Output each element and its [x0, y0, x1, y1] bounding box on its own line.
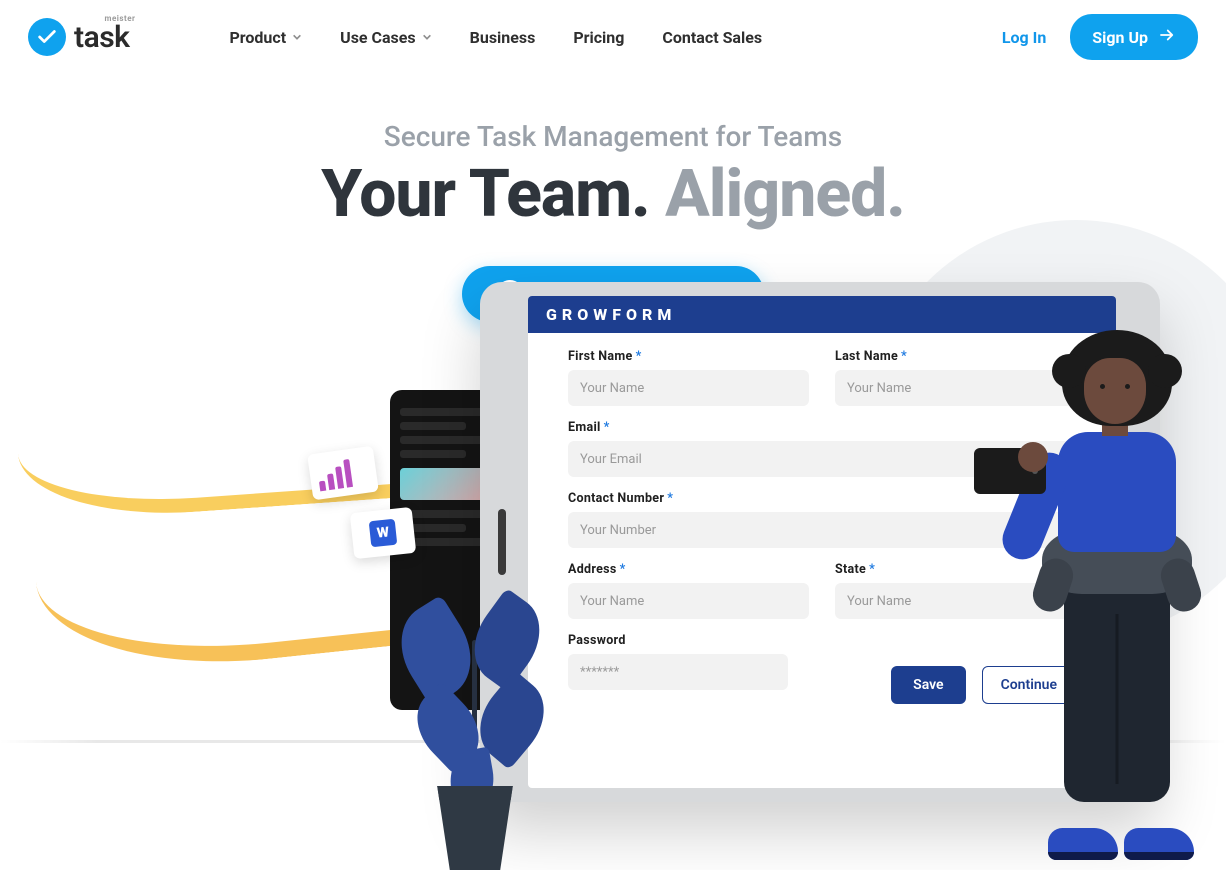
- label: State: [835, 562, 866, 577]
- logo-check-icon: [28, 18, 66, 56]
- field-password: Password: [568, 633, 788, 690]
- arrow-right-icon: [1158, 26, 1176, 48]
- required-mark: *: [620, 562, 626, 577]
- required-mark: *: [667, 491, 673, 506]
- brand-tagline: meister: [105, 14, 136, 23]
- person-illustration: [1002, 330, 1222, 860]
- hero-title-dark: Your Team.: [321, 156, 665, 233]
- hero-title-light: Aligned.: [665, 156, 905, 233]
- brand-logo[interactable]: meister task: [28, 18, 129, 56]
- nav-right: Log In Sign Up: [1002, 14, 1198, 60]
- label: Address: [568, 562, 617, 577]
- address-input[interactable]: [568, 583, 809, 619]
- label: Email: [568, 420, 601, 435]
- nav-item-contact[interactable]: Contact Sales: [662, 28, 762, 47]
- required-mark: *: [636, 349, 642, 364]
- label: First Name: [568, 349, 633, 364]
- bg-file-card: W: [350, 507, 416, 559]
- label: Last Name: [835, 349, 898, 364]
- nav-label: Business: [470, 28, 536, 47]
- chevron-down-icon: [292, 32, 302, 42]
- hero-subtitle: Secure Task Management for Teams: [0, 120, 1226, 153]
- top-nav: meister task Product Use Cases Business …: [0, 0, 1226, 60]
- chevron-down-icon: [422, 32, 432, 42]
- password-input[interactable]: [568, 654, 788, 690]
- label: Contact Number: [568, 491, 664, 506]
- logo-text: meister task: [74, 20, 129, 55]
- nav-label: Product: [229, 28, 286, 47]
- nav-links: Product Use Cases Business Pricing Conta…: [229, 28, 762, 47]
- required-mark: *: [604, 420, 610, 435]
- nav-item-product[interactable]: Product: [229, 28, 302, 47]
- nav-label: Use Cases: [340, 28, 416, 47]
- field-first-name: First Name*: [568, 349, 809, 406]
- tablet-home-bar: [498, 509, 506, 575]
- field-address: Address*: [568, 562, 809, 619]
- nav-item-usecases[interactable]: Use Cases: [340, 28, 432, 47]
- login-link[interactable]: Log In: [1002, 28, 1046, 47]
- required-mark: *: [869, 562, 875, 577]
- first-name-input[interactable]: [568, 370, 809, 406]
- hero-title: Your Team. Aligned.: [0, 159, 1226, 232]
- required-mark: *: [901, 349, 907, 364]
- form-brand-header: GROWFORM: [528, 296, 1116, 333]
- bg-chart-card: [307, 446, 379, 501]
- brand-name: task: [74, 20, 129, 55]
- nav-label: Contact Sales: [662, 28, 762, 47]
- nav-label: Pricing: [573, 28, 624, 47]
- save-button[interactable]: Save: [891, 666, 965, 704]
- nav-item-business[interactable]: Business: [470, 28, 536, 47]
- signup-button[interactable]: Sign Up: [1070, 14, 1198, 60]
- plant-illustration: [380, 580, 580, 870]
- nav-item-pricing[interactable]: Pricing: [573, 28, 624, 47]
- field-contact: Contact Number*: [568, 491, 1076, 548]
- signup-label: Sign Up: [1092, 28, 1148, 47]
- contact-input[interactable]: [568, 512, 1076, 548]
